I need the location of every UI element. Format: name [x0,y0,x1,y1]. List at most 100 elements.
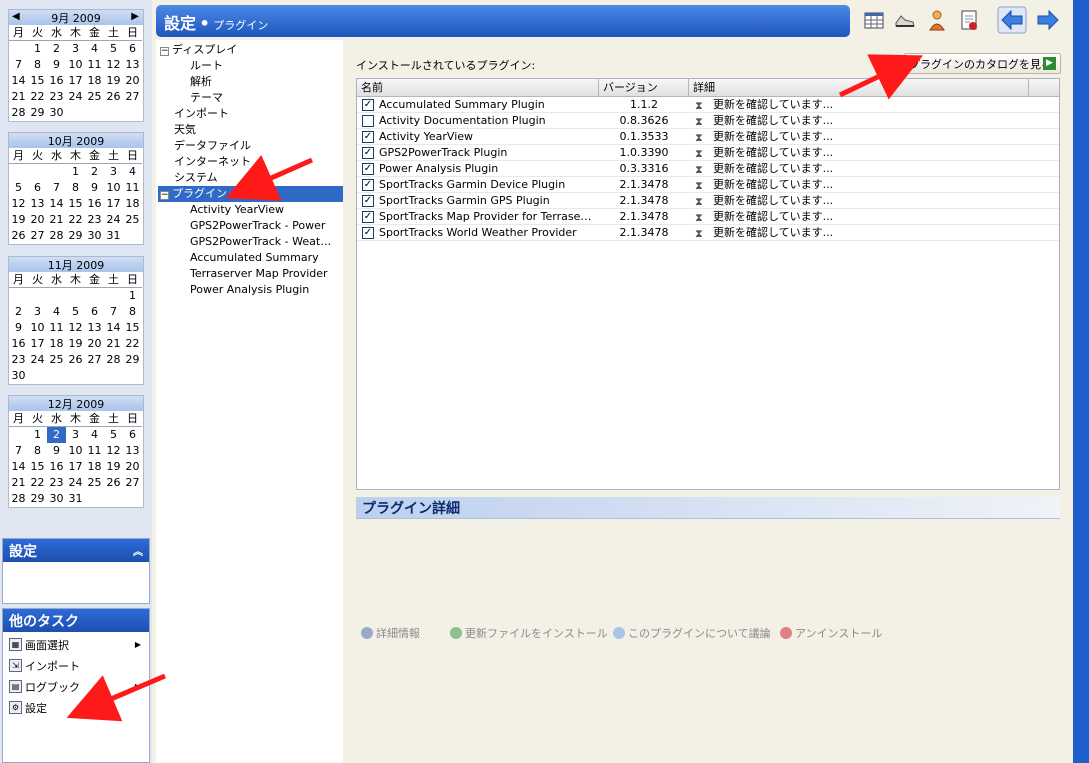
calendar-day[interactable]: 27 [28,228,47,244]
calendar-day[interactable]: 30 [85,228,104,244]
discuss-plugin-button[interactable]: このプラグインについて議論 [613,625,771,641]
calendar-day[interactable]: 18 [47,336,66,352]
tree-node[interactable]: データファイル [160,138,251,154]
calendar-day[interactable]: 13 [28,196,47,212]
calendar-grid-icon[interactable] [862,8,886,32]
calendar-day[interactable]: 11 [47,320,66,336]
calendar-day[interactable]: 21 [9,475,28,491]
back-arrow-icon[interactable] [997,6,1027,34]
column-details[interactable]: 詳細 [689,79,1029,97]
calendar-day[interactable]: 21 [104,336,123,352]
tree-node[interactable]: 解析 [190,74,212,90]
calendar-day[interactable]: 22 [28,475,47,491]
plugin-enabled-checkbox[interactable]: ✓ [362,227,374,239]
calendar-day[interactable]: 19 [104,73,123,89]
tree-node[interactable]: ルート [190,58,223,74]
calendar-day[interactable]: 9 [47,443,66,459]
view-catalog-button[interactable]: プラグインのカタログを見る ▶ [904,53,1061,74]
calendar-day[interactable]: 19 [9,212,28,228]
settings-panel-title[interactable]: 設定 ︽ [3,539,149,562]
calendar-day[interactable]: 24 [66,475,85,491]
calendar-day[interactable]: 7 [9,57,28,73]
calendar-day[interactable]: 18 [123,196,142,212]
calendar-day[interactable]: 6 [28,180,47,196]
calendar-day[interactable]: 16 [47,459,66,475]
calendar-day[interactable]: 2 [9,304,28,320]
athlete-icon[interactable] [925,8,949,32]
task-settings[interactable]: ⚙ 設定 [3,697,149,718]
calendar-day[interactable]: 25 [123,212,142,228]
calendar-day[interactable]: 11 [85,443,104,459]
calendar-day[interactable]: 12 [9,196,28,212]
calendar-day[interactable]: 31 [104,228,123,244]
calendar-day[interactable]: 26 [66,352,85,368]
calendar-day[interactable]: 23 [47,89,66,105]
calendar-day[interactable]: 10 [28,320,47,336]
calendar-day[interactable]: 4 [47,304,66,320]
calendar-day[interactable]: 23 [85,212,104,228]
calendar-day[interactable]: 12 [104,57,123,73]
calendar-day[interactable]: 30 [9,368,28,384]
calendar-day[interactable]: 28 [9,491,28,507]
task-screen-select[interactable]: ▦ 画面選択 ▶ [3,634,149,655]
install-update-button[interactable]: 更新ファイルをインストール [450,625,608,641]
plugin-row[interactable]: ✓ SportTracks World Weather Provider 2.1.3… [357,225,1059,241]
calendar-day[interactable]: 3 [104,164,123,180]
calendar-day[interactable]: 8 [123,304,142,320]
calendar-day[interactable]: 8 [66,180,85,196]
calendar-day[interactable]: 5 [104,41,123,57]
calendar-day[interactable]: 8 [28,57,47,73]
calendar-day[interactable]: 26 [104,89,123,105]
calendar-day[interactable]: 16 [47,73,66,89]
calendar-day[interactable]: 17 [66,459,85,475]
calendar-day[interactable]: 17 [66,73,85,89]
collapse-toggle-icon[interactable]: − [160,47,169,56]
collapse-toggle-icon[interactable]: − [160,191,169,200]
calendar-day[interactable]: 24 [66,89,85,105]
plugin-enabled-checkbox[interactable]: ✓ [362,99,374,111]
calendar-day[interactable]: 13 [123,57,142,73]
collapse-icon[interactable]: ︽ [133,543,143,558]
calendar-day[interactable]: 15 [28,459,47,475]
calendar-day[interactable]: 9 [85,180,104,196]
plugin-row[interactable]: ✓ GPS2PowerTrack Plugin 1.0.3390 ⧗ 更新を確認していま… [357,145,1059,161]
calendar-day[interactable]: 9 [47,57,66,73]
calendar-day[interactable]: 13 [85,320,104,336]
calendar-day[interactable]: 14 [9,459,28,475]
calendar-day[interactable]: 16 [85,196,104,212]
calendar-day[interactable]: 1 [123,288,142,304]
tree-node[interactable]: インポート [160,106,229,122]
calendar-day[interactable]: 2 [47,427,66,443]
calendar-day[interactable]: 22 [123,336,142,352]
calendar-day[interactable]: 29 [123,352,142,368]
calendar-day[interactable]: 18 [85,73,104,89]
uninstall-button[interactable]: アンインストール [780,625,882,641]
calendar-day[interactable]: 11 [85,57,104,73]
calendar-day[interactable]: 22 [28,89,47,105]
calendar-day[interactable]: 5 [66,304,85,320]
calendar-day[interactable]: 30 [47,491,66,507]
calendar-day[interactable]: 21 [47,212,66,228]
calendar-day[interactable]: 7 [9,443,28,459]
task-import[interactable]: ⇲ インポート [3,655,149,676]
calendar-day[interactable]: 3 [66,41,85,57]
calendar-day[interactable]: 27 [123,89,142,105]
calendar-day[interactable]: 14 [9,73,28,89]
calendar-day[interactable]: 14 [104,320,123,336]
plugin-row[interactable]: ✓ Accumulated Summary Plugin 1.1.2 ⧗ 更新を確認して… [357,97,1059,113]
calendar-day[interactable]: 14 [47,196,66,212]
calendar-day[interactable]: 4 [85,427,104,443]
calendar-day[interactable]: 27 [123,475,142,491]
calendar-day[interactable]: 17 [28,336,47,352]
tree-node[interactable]: Terraserver Map Provider [190,266,328,282]
calendar-day[interactable]: 5 [9,180,28,196]
calendar-day[interactable]: 3 [66,427,85,443]
tree-node[interactable]: Accumulated Summary [190,250,319,266]
calendar-day[interactable]: 19 [104,459,123,475]
plugin-row[interactable]: ✓ Power Analysis Plugin 0.3.3316 ⧗ 更新を確認していま… [357,161,1059,177]
calendar-day[interactable]: 4 [123,164,142,180]
forward-arrow-icon[interactable] [1033,6,1063,34]
report-icon[interactable] [957,8,981,32]
calendar-day[interactable]: 12 [104,443,123,459]
calendar-day[interactable]: 15 [123,320,142,336]
